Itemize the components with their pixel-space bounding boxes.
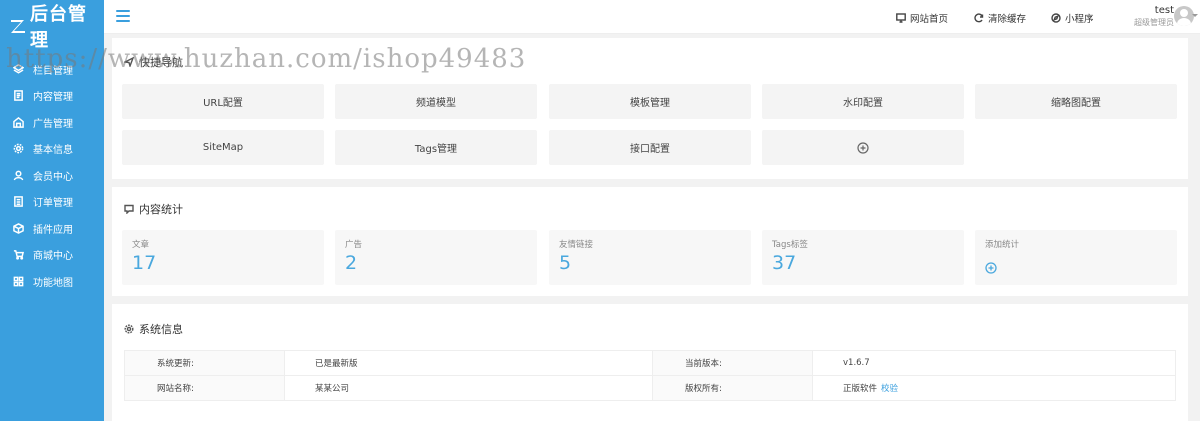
quick-btn-url-config[interactable]: URL配置 — [122, 84, 324, 119]
user-info[interactable]: test 超级管理员 — [1134, 5, 1174, 28]
sidebar-item-label: 基本信息 — [33, 145, 73, 157]
stat-label: 添加统计 — [985, 240, 1020, 250]
quick-btn-thumbnail-config[interactable]: 缩略图配置 — [975, 84, 1177, 119]
header-link-label: 小程序 — [1065, 14, 1094, 25]
send-icon — [124, 57, 134, 67]
sidebar-item-content[interactable]: 内容管理 — [0, 83, 104, 110]
user-role: 超级管理员 — [1134, 18, 1174, 27]
info-key: 版权所有: — [652, 375, 813, 401]
stat-label: 文章 — [132, 240, 150, 250]
quick-btn-sitemap[interactable]: SiteMap — [122, 130, 324, 165]
sidebar-nav: 栏目管理 内容管理 广告管理 基本信息 会员中心 订单管理 插件应用 商城中心 — [0, 56, 104, 295]
logo[interactable]: 后台管理 — [0, 0, 104, 52]
info-value: 某某公司 — [284, 375, 653, 401]
avatar[interactable] — [1174, 6, 1194, 26]
stat-label: 广告 — [345, 240, 363, 250]
cube-icon — [12, 222, 24, 234]
chevron-down-icon[interactable] — [1192, 14, 1198, 17]
sidebar-item-label: 订单管理 — [33, 198, 73, 210]
plus-circle-icon — [985, 262, 997, 274]
sidebar-item-orders[interactable]: 订单管理 — [0, 189, 104, 216]
monitor-icon — [896, 13, 906, 23]
gear-icon — [12, 143, 24, 155]
info-value: 正版软件 — [843, 384, 878, 394]
menu-toggle-icon[interactable] — [116, 10, 130, 22]
header-link-label: 网站首页 — [910, 14, 949, 25]
sidebar: 后台管理 栏目管理 内容管理 广告管理 基本信息 会员中心 订单管理 插件应用 … — [0, 0, 104, 421]
sidebar-item-plugins[interactable]: 插件应用 — [0, 215, 104, 242]
system-info-title: 系统信息 — [124, 321, 183, 337]
chat-icon — [124, 204, 134, 214]
quick-nav-title: 快捷导航 — [124, 54, 183, 70]
quick-btn-watermark-config[interactable]: 水印配置 — [762, 84, 964, 119]
stat-card-articles[interactable]: 文章 17 — [122, 230, 324, 285]
sidebar-item-label: 商城中心 — [33, 251, 73, 263]
layers-icon — [12, 63, 24, 75]
quick-nav-title-text: 快捷导航 — [139, 56, 183, 69]
content-stats-title-text: 内容统计 — [139, 203, 183, 216]
cart-icon — [12, 249, 24, 261]
refresh-icon — [974, 13, 984, 23]
system-info-table: 系统更新: 已是最新版 当前版本: v1.6.7 网站名称: 某某公司 版权所有… — [124, 350, 1176, 401]
sidebar-item-shop[interactable]: 商城中心 — [0, 242, 104, 269]
sidebar-item-label: 广告管理 — [33, 118, 73, 130]
sidebar-item-basic-info[interactable]: 基本信息 — [0, 136, 104, 163]
header-link-miniprogram[interactable]: 小程序 — [1051, 11, 1094, 25]
sidebar-item-column[interactable]: 栏目管理 — [0, 56, 104, 83]
ad-icon — [12, 116, 24, 128]
stat-label: Tags标签 — [772, 240, 808, 250]
sidebar-item-members[interactable]: 会员中心 — [0, 162, 104, 189]
sidebar-item-label: 功能地图 — [33, 277, 73, 289]
info-value: v1.6.7 — [812, 350, 1176, 376]
sidebar-item-ads[interactable]: 广告管理 — [0, 109, 104, 136]
sidebar-item-label: 会员中心 — [33, 171, 73, 183]
header-link-label: 清除缓存 — [988, 14, 1027, 25]
info-value: 已是最新版 — [284, 350, 653, 376]
order-icon — [12, 196, 24, 208]
plus-circle-icon — [857, 141, 869, 154]
info-key: 当前版本: — [652, 350, 813, 376]
stat-card-links[interactable]: 友情链接 5 — [549, 230, 751, 285]
stat-value: 17 — [132, 252, 157, 274]
info-key: 网站名称: — [124, 375, 285, 401]
quick-btn-template-manage[interactable]: 模板管理 — [549, 84, 751, 119]
content-stats-panel: 内容统计 文章 17 广告 2 友情链接 5 Tags标签 37 添加统计 — [112, 187, 1188, 296]
table-row: 系统更新: 已是最新版 当前版本: v1.6.7 — [124, 350, 1176, 376]
quick-btn-api-config[interactable]: 接口配置 — [549, 130, 751, 165]
system-info-title-text: 系统信息 — [139, 323, 183, 336]
sidebar-item-feature-map[interactable]: 功能地图 — [0, 268, 104, 295]
top-header: 网站首页 清除缓存 小程序 test 超级管理员 — [104, 0, 1200, 34]
stat-value: 37 — [772, 252, 797, 274]
quick-btn-add[interactable] — [762, 130, 964, 165]
sidebar-item-label: 内容管理 — [33, 92, 73, 104]
quick-btn-channel-model[interactable]: 频道模型 — [335, 84, 537, 119]
stat-card-add[interactable]: 添加统计 — [975, 230, 1177, 285]
stat-value: 5 — [559, 252, 572, 274]
stat-value: 2 — [345, 252, 358, 274]
stat-label: 友情链接 — [559, 240, 594, 250]
logo-text: 后台管理 — [30, 4, 87, 51]
stat-card-ads[interactable]: 广告 2 — [335, 230, 537, 285]
quick-nav-panel: 快捷导航 URL配置 频道模型 模板管理 水印配置 缩略图配置 SiteMap … — [112, 38, 1188, 179]
logo-z-icon — [10, 18, 26, 34]
user-name: test — [1154, 5, 1174, 16]
stat-card-tags[interactable]: Tags标签 37 — [762, 230, 964, 285]
grid-icon — [12, 275, 24, 287]
document-icon — [12, 90, 24, 102]
user-icon — [12, 169, 24, 181]
system-info-panel: 系统信息 系统更新: 已是最新版 当前版本: v1.6.7 网站名称: 某某公司… — [112, 304, 1188, 421]
compass-icon — [1051, 13, 1061, 23]
header-link-clear-cache[interactable]: 清除缓存 — [974, 11, 1026, 25]
header-link-home[interactable]: 网站首页 — [896, 11, 948, 25]
table-row: 网站名称: 某某公司 版权所有: 正版软件 校验 — [124, 375, 1176, 401]
verify-link[interactable]: 校验 — [881, 384, 898, 394]
quick-btn-tags-manage[interactable]: Tags管理 — [335, 130, 537, 165]
gear-icon — [124, 324, 134, 334]
info-value-cell: 正版软件 校验 — [812, 375, 1176, 401]
content-stats-title: 内容统计 — [124, 201, 183, 217]
sidebar-item-label: 插件应用 — [33, 224, 73, 236]
info-key: 系统更新: — [124, 350, 285, 376]
sidebar-item-label: 栏目管理 — [33, 65, 73, 77]
